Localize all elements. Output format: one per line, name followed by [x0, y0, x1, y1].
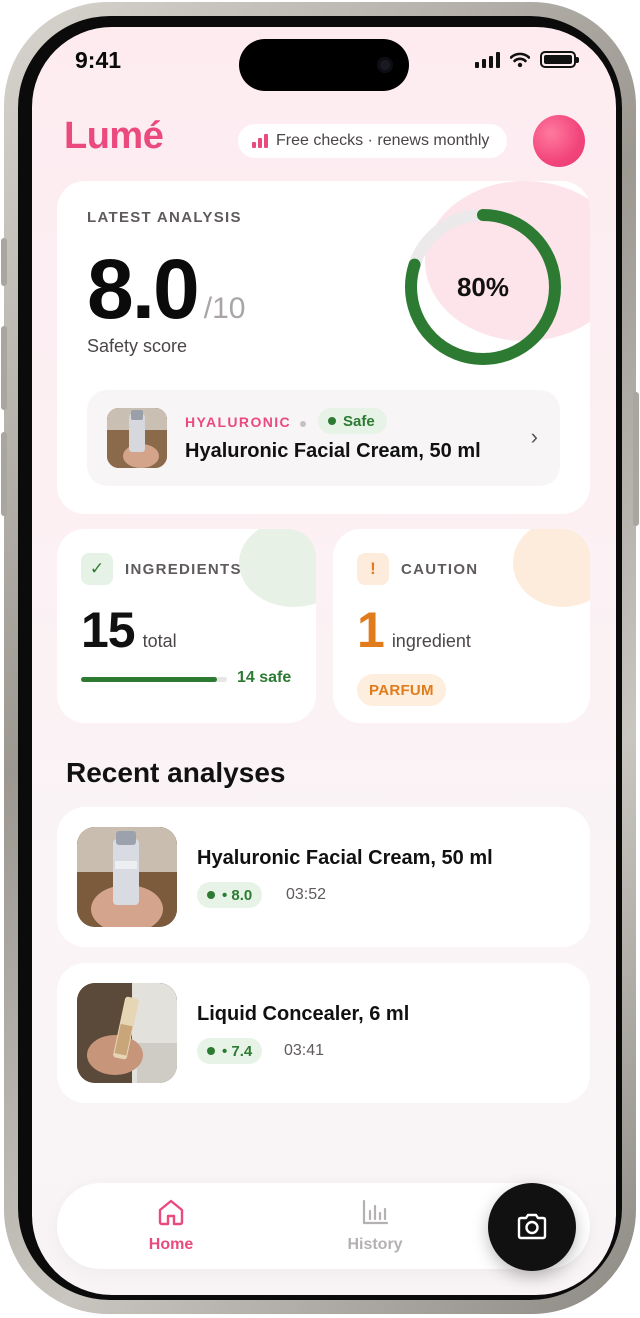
screen: 9:41 Lumé Free checks · renews monthly L… [32, 27, 616, 1295]
list-item-time: 03:52 [286, 886, 327, 903]
caution-ingredient-tag[interactable]: PARFUM [357, 674, 446, 706]
exclamation-icon: ! [357, 553, 389, 585]
ingredients-card[interactable]: ✓ INGREDIENTS 15 total 14 safe [57, 529, 316, 723]
product-category: HYALURONIC [185, 414, 292, 430]
status-badge: Safe [318, 408, 387, 434]
safety-score: 8.0 /10 [87, 241, 246, 338]
score-caption: Safety score [87, 336, 188, 356]
status-icons [475, 51, 579, 68]
plan-chip[interactable]: Free checks · renews monthly [238, 124, 508, 158]
list-item-name: Hyaluronic Facial Cream, 50 ml [197, 847, 493, 869]
safe-dot-icon [328, 417, 336, 425]
volume-up-button [1, 326, 7, 410]
product-name: Hyaluronic Facial Cream, 50 ml [185, 440, 481, 462]
caution-count-unit: ingredient [391, 631, 471, 651]
recent-analyses-title: Recent analyses [66, 757, 286, 788]
list-item-name: Liquid Concealer, 6 ml [197, 1003, 410, 1025]
avatar[interactable] [533, 115, 585, 167]
list-item[interactable]: Hyaluronic Facial Cream, 50 ml • 8.0 03:… [57, 807, 590, 947]
caution-count: 1 ingredient [357, 601, 471, 659]
caution-count-value: 1 [357, 602, 385, 658]
product-thumbnail [107, 408, 167, 468]
latest-analysis-card: LATEST ANALYSIS 8.0 /10 Safety score 80% [57, 181, 590, 514]
bar-chart-icon [362, 1199, 389, 1225]
wifi-icon [510, 52, 530, 67]
ingredients-count-unit: total [142, 631, 177, 651]
camera-lens-icon [377, 57, 393, 73]
battery-icon [540, 51, 579, 68]
ingredients-count: 15 total [81, 601, 177, 659]
action-button [1, 238, 7, 286]
decorative-blob [239, 529, 316, 607]
list-item-time: 03:41 [284, 1042, 325, 1059]
nav-item-history[interactable]: History [325, 1197, 425, 1254]
score-max: /10 [203, 292, 246, 325]
score-ring-percent: 80% [456, 271, 510, 302]
cellular-signal-icon [475, 51, 500, 68]
nav-item-home[interactable]: Home [121, 1197, 221, 1254]
product-thumbnail [77, 827, 177, 927]
caution-label: CAUTION [401, 561, 479, 578]
caution-card[interactable]: ! CAUTION 1 ingredient PARFUM [333, 529, 590, 723]
score-pill: • 7.4 [197, 1038, 263, 1064]
dynamic-island [239, 39, 409, 91]
safe-dot-icon [207, 891, 215, 899]
score-pill-value: • 8.0 [222, 886, 253, 904]
separator-dot [300, 421, 306, 427]
status-badge-label: Safe [343, 412, 375, 430]
score-pill-value: • 7.4 [222, 1042, 253, 1060]
chevron-right-icon: › [530, 424, 538, 449]
bar-chart-icon [252, 134, 268, 148]
home-icon [158, 1199, 184, 1226]
score-pill: • 8.0 [197, 882, 263, 908]
latest-analysis-label: LATEST ANALYSIS [87, 209, 242, 226]
nav-home-label: Home [148, 1236, 194, 1253]
status-time: 9:41 [75, 47, 122, 73]
scan-camera-button[interactable] [488, 1183, 576, 1271]
list-item[interactable]: Liquid Concealer, 6 ml • 7.4 03:41 [57, 963, 590, 1103]
ingredients-count-value: 15 [81, 602, 136, 658]
decorative-blob [513, 529, 590, 607]
nav-history-label: History [347, 1236, 403, 1253]
phone-frame: 9:41 Lumé Free checks · renews monthly L… [1, 2, 639, 1314]
plan-chip-label: Free checks · renews monthly [276, 132, 490, 149]
check-icon: ✓ [81, 553, 113, 585]
ingredients-label: INGREDIENTS [125, 561, 242, 578]
volume-down-button [1, 432, 7, 516]
latest-product-row[interactable]: HYALURONIC Safe Hyaluronic Facial Cream,… [87, 390, 560, 486]
power-button [633, 392, 639, 526]
safe-progress-bar [81, 677, 227, 682]
app-logo: Lumé [64, 115, 164, 157]
safe-count-label: 14 safe [237, 669, 292, 686]
camera-icon [517, 1213, 547, 1240]
safe-progress-fill [81, 677, 218, 682]
safe-dot-icon [207, 1047, 215, 1055]
score-value: 8.0 [87, 242, 200, 336]
product-thumbnail [77, 983, 177, 1083]
